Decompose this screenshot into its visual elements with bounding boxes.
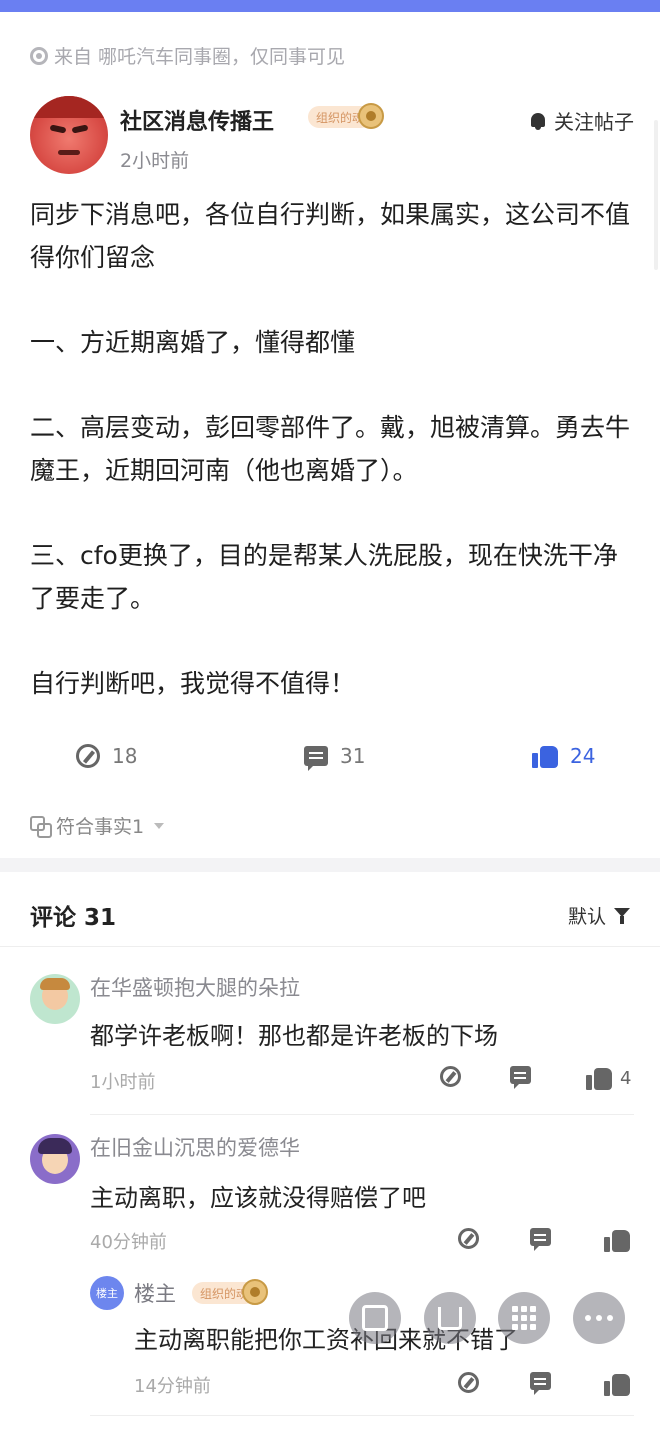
repost-button[interactable]: 18 xyxy=(76,744,137,768)
repost-icon xyxy=(76,744,100,768)
comment-time: 40分钟前 xyxy=(90,1232,167,1253)
commenter-name[interactable]: 在华盛顿抱大腿的朵拉 xyxy=(90,972,300,1002)
comments-title: 评论 31 xyxy=(30,905,117,931)
comment-item: 在华盛顿抱大腿的朵拉 都学许老板啊！那也都是许老板的下场 1小时前 4 xyxy=(0,970,660,1100)
comment-text: 都学许老板啊！那也都是许老板的下场 xyxy=(90,1022,498,1050)
post-source-text: 来自 哪吒汽车同事圈，仅同事可见 xyxy=(54,46,346,68)
post-source: 来自 哪吒汽车同事圈，仅同事可见 xyxy=(30,42,345,69)
post-paragraph: 三、cfo更换了，目的是帮某人洗屁股，现在快洗干净了要走了。 xyxy=(30,541,618,613)
owner-avatar[interactable]: 楼主 xyxy=(90,1276,124,1310)
thumbs-up-icon xyxy=(604,1372,630,1396)
comment-like-button[interactable] xyxy=(604,1372,630,1396)
scroll-indicator[interactable] xyxy=(654,120,658,270)
post-actions: 18 31 24 xyxy=(0,744,660,784)
reply-item: 楼主 楼主 组织的魂 主动离职能把你工资补回来就不错了 14分钟前 xyxy=(0,1274,660,1414)
repost-count: 18 xyxy=(112,744,138,768)
caret-down-icon xyxy=(154,822,165,829)
divider xyxy=(90,1114,634,1115)
post-paragraph: 二、高层变动，彭回零部件了。戴，旭被清算。勇去牛魔王，近期回河南（他也离婚了）。 xyxy=(30,413,631,485)
bell-icon xyxy=(528,111,548,131)
author-avatar[interactable] xyxy=(30,96,108,174)
comment-time: 14分钟前 xyxy=(134,1376,211,1397)
comment-actions xyxy=(458,1372,638,1398)
fact-icon xyxy=(30,815,52,838)
comment-item: 在旧金山沉思的爱德华 主动离职，应该就没得赔偿了吧 40分钟前 xyxy=(0,1130,660,1270)
post-paragraph: 一、方近期离婚了，懂得都懂 xyxy=(30,328,356,357)
more-options-button[interactable] xyxy=(573,1292,625,1344)
filter-icon xyxy=(614,907,632,924)
comment-icon xyxy=(510,1066,531,1089)
medal-icon xyxy=(358,103,385,129)
translate-button[interactable] xyxy=(349,1292,401,1344)
comment-button[interactable]: 31 xyxy=(304,744,366,771)
apps-grid-button[interactable] xyxy=(498,1292,550,1344)
divider xyxy=(0,946,660,947)
author-badge: 组织的魂 xyxy=(192,1279,269,1305)
follow-post-button[interactable]: 关注帖子 xyxy=(528,106,634,135)
divider xyxy=(90,1415,634,1416)
medal-icon xyxy=(242,1279,269,1305)
repost-icon xyxy=(458,1228,479,1249)
thumbs-up-icon xyxy=(604,1228,630,1252)
comment-like-button[interactable] xyxy=(604,1228,630,1252)
download-button[interactable] xyxy=(424,1292,476,1344)
comment-like-count: 4 xyxy=(620,1067,632,1089)
repost-icon xyxy=(440,1066,461,1087)
repost-icon xyxy=(458,1372,479,1393)
comment-reply-button[interactable] xyxy=(510,1066,531,1089)
commenter-avatar[interactable] xyxy=(30,974,80,1024)
top-bar xyxy=(0,0,660,12)
post-author-row: 社区消息传播王 组织的魂 2小时前 关注帖子 xyxy=(30,96,634,176)
author-name[interactable]: 社区消息传播王 xyxy=(120,104,274,136)
fact-reaction[interactable]: 符合事实1 xyxy=(30,812,165,839)
comment-repost-button[interactable] xyxy=(458,1372,479,1393)
comment-like-button[interactable]: 4 xyxy=(586,1066,631,1090)
like-count: 24 xyxy=(570,744,596,768)
commenter-name[interactable]: 在旧金山沉思的爱德华 xyxy=(90,1132,300,1162)
comment-reply-button[interactable] xyxy=(530,1228,551,1251)
like-button[interactable]: 24 xyxy=(532,744,595,768)
sort-label: 默认 xyxy=(567,906,606,928)
section-divider xyxy=(0,858,660,872)
comment-repost-button[interactable] xyxy=(458,1228,479,1249)
comment-actions xyxy=(458,1228,638,1254)
comment-text: 主动离职，应该就没得赔偿了吧 xyxy=(90,1184,426,1212)
circle-dot-icon xyxy=(30,46,48,65)
thumbs-up-icon xyxy=(586,1066,612,1090)
follow-post-label: 关注帖子 xyxy=(554,110,634,134)
fact-label: 符合事实1 xyxy=(56,816,145,838)
comment-actions: 4 xyxy=(440,1066,640,1092)
comment-icon xyxy=(530,1228,551,1251)
post-paragraph: 自行判断吧，我觉得不值得！ xyxy=(30,669,356,698)
commenter-name[interactable]: 楼主 xyxy=(134,1278,176,1308)
post-paragraph: 同步下消息吧，各位自行判断，如果属实，这公司不值得你们留念 xyxy=(30,200,631,272)
thumbs-up-icon xyxy=(532,744,558,768)
comment-count: 31 xyxy=(340,744,366,768)
comment-time: 1小时前 xyxy=(90,1072,156,1093)
comment-repost-button[interactable] xyxy=(440,1066,461,1087)
author-badge-label: 组织的魂 xyxy=(316,110,365,125)
author-badge: 组织的魂 xyxy=(308,103,385,129)
post-body: 同步下消息吧，各位自行判断，如果属实，这公司不值得你们留念 一、方近期离婚了，懂… xyxy=(30,193,634,705)
author-badge-label: 组织的魂 xyxy=(200,1286,249,1301)
commenter-avatar[interactable] xyxy=(30,1134,80,1184)
sort-dropdown[interactable]: 默认 xyxy=(568,902,632,929)
comment-icon xyxy=(304,746,328,771)
comment-icon xyxy=(530,1372,551,1395)
post-time: 2小时前 xyxy=(120,150,190,172)
comment-reply-button[interactable] xyxy=(530,1372,551,1395)
